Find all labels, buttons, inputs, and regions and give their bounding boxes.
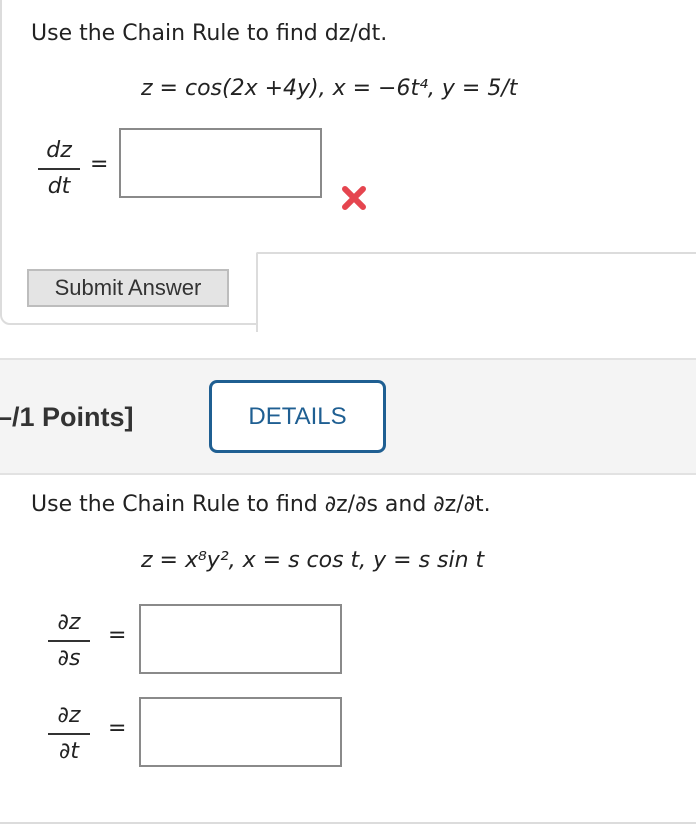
dz-ds-answer-input[interactable] <box>139 604 342 674</box>
fraction-bar <box>48 640 90 642</box>
dz-dt-answer-input[interactable] <box>139 697 342 767</box>
equals-sign: = <box>108 623 127 648</box>
dz-dt-fraction: ∂z ∂t <box>48 701 90 767</box>
dz-dt-fraction: dz dt <box>38 136 80 202</box>
points-label: –/1 Points] <box>0 402 134 432</box>
question-1-formula: z = cos(2x +4y), x = −6t⁴, y = 5/t <box>141 76 518 101</box>
fraction-bar <box>48 733 90 735</box>
fraction-numerator: ∂z <box>57 703 81 728</box>
details-button[interactable]: DETAILS <box>209 380 386 453</box>
question-2-body <box>0 475 696 824</box>
dz-dt-answer-input[interactable] <box>119 128 322 198</box>
question-2-prompt: Use the Chain Rule to find ∂z/∂s and ∂z/… <box>31 492 491 517</box>
equals-sign: = <box>90 152 109 177</box>
fraction-numerator: ∂z <box>57 610 81 635</box>
fraction-denominator: ∂t <box>58 739 79 764</box>
incorrect-x-icon <box>342 186 366 210</box>
submit-answer-button[interactable]: Submit Answer <box>27 269 229 307</box>
fraction-bar <box>38 168 80 170</box>
fraction-denominator: ∂s <box>57 646 81 671</box>
question-1-footer <box>256 252 696 332</box>
question-1-prompt: Use the Chain Rule to find dz/dt. <box>31 21 388 46</box>
fraction-numerator: dz <box>46 138 72 163</box>
dz-ds-fraction: ∂z ∂s <box>48 608 90 674</box>
question-2-formula: z = x⁸y², x = s cos t, y = s sin t <box>141 548 485 573</box>
equals-sign: = <box>108 716 127 741</box>
fraction-denominator: dt <box>47 174 71 199</box>
